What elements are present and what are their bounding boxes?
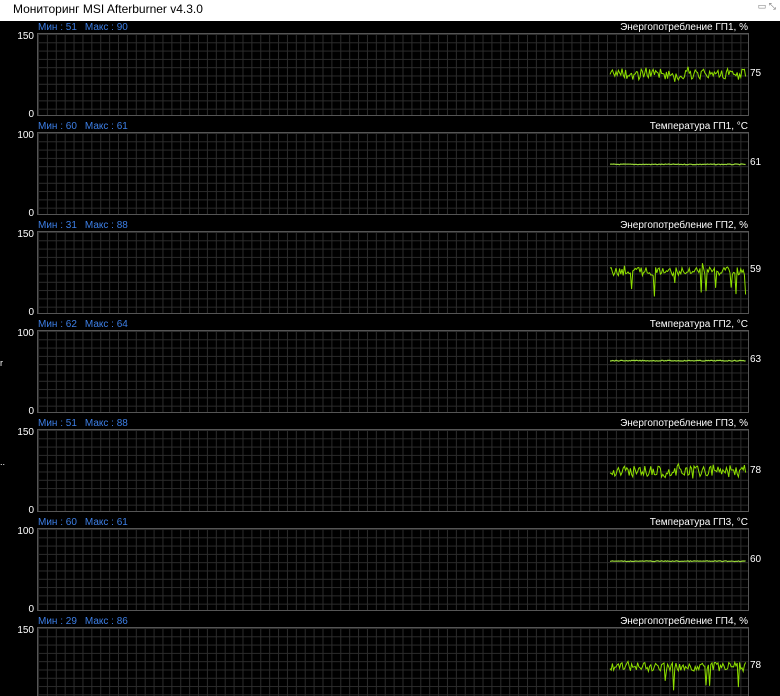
trace-line (609, 462, 747, 479)
window-title: Мониторинг MSI Afterburner v4.3.0 (13, 2, 203, 16)
sensor-trace (609, 462, 747, 479)
graph-panel[interactable]: Мин : 60 Макс : 61 Температура ГП1, °C 100 0… (0, 120, 780, 219)
current-value: 78 (750, 659, 762, 671)
window-controls-icon[interactable]: ▭ ⤡ (754, 1, 776, 13)
graph-panel[interactable]: Мин : 29 Макс : 86 Энергопотребление ГП4, … (0, 615, 780, 696)
graph-panel[interactable]: Мин : 31 Макс : 88 Энергопотребление ГП2, … (0, 219, 780, 318)
sensor-trace (609, 560, 746, 563)
trace-line (609, 263, 747, 297)
sensor-trace (609, 359, 746, 362)
trace-line (609, 359, 746, 362)
current-value: 78 (750, 464, 762, 476)
monitoring-graphs[interactable]: Мин : 51 Макс : 90 Энергопотребление ГП1, … (0, 21, 780, 696)
graph-panel[interactable]: Мин : 51 Макс : 88 Энергопотребление ГП3, … (0, 417, 780, 516)
sensor-trace (609, 66, 747, 82)
trace-line (609, 66, 747, 82)
trace-line (609, 560, 746, 563)
current-value: 59 (750, 264, 762, 276)
edge-glyph: r (0, 358, 3, 368)
title-bar[interactable]: Мониторинг MSI Afterburner v4.3.0 ▭ ⤡ (0, 0, 780, 21)
current-value: 75 (750, 67, 762, 79)
sensor-trace (609, 660, 747, 691)
sensor-trace (609, 163, 746, 166)
graph-panel[interactable]: Мин : 62 Макс : 64 Температура ГП2, °C 100 0… (0, 318, 780, 417)
current-value: 63 (750, 353, 762, 365)
sensor-trace (609, 263, 747, 297)
trace-line (609, 660, 747, 691)
current-value: 61 (750, 157, 762, 169)
current-value: 60 (750, 554, 762, 566)
graph-panel[interactable]: Мин : 60 Макс : 61 Температура ГП3, °C 100 0… (0, 516, 780, 615)
graph-panel[interactable]: Мин : 51 Макс : 90 Энергопотребление ГП1, … (0, 21, 780, 120)
edge-glyph: .. (0, 457, 6, 467)
trace-line (609, 163, 746, 166)
